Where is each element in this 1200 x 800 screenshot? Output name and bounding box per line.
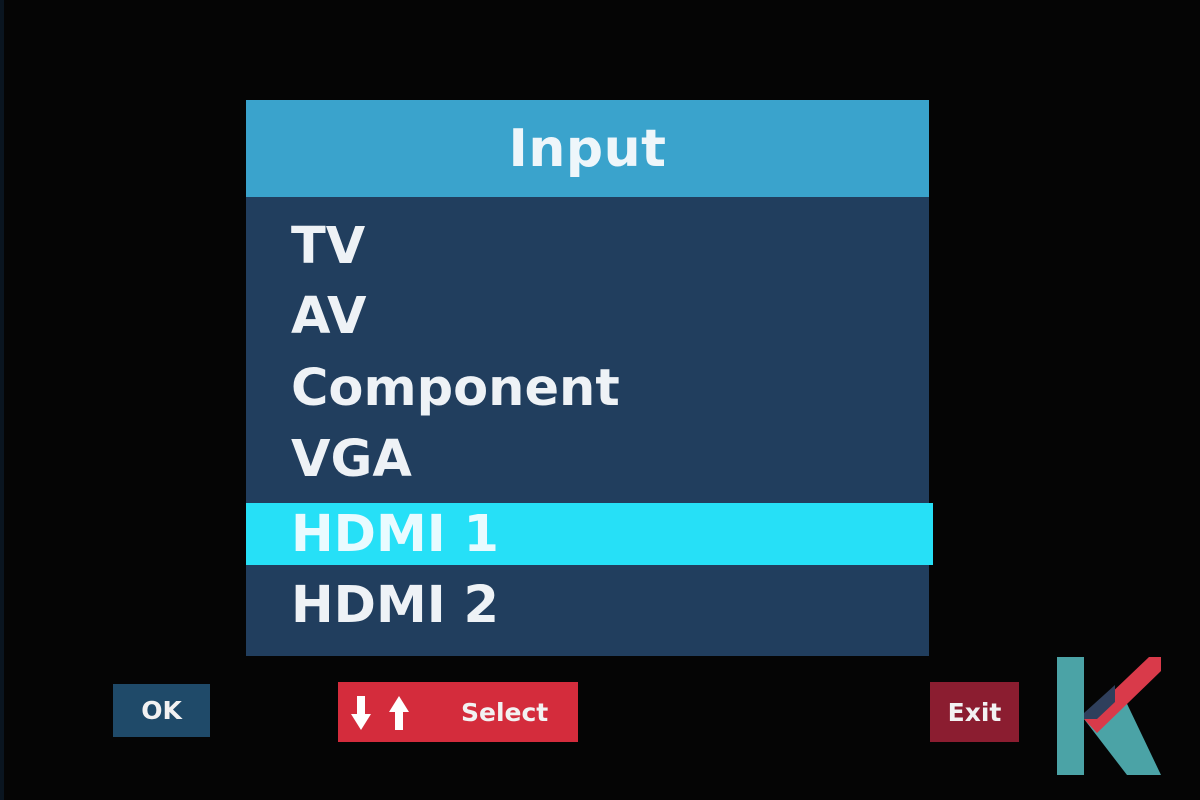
menu-item-label: Component: [291, 358, 620, 418]
menu-item-av[interactable]: AV: [246, 285, 929, 347]
k-logo: [1057, 657, 1161, 775]
menu-item-hdmi-1[interactable]: HDMI 1: [246, 503, 933, 565]
exit-label: Exit: [947, 697, 1002, 727]
select-label: Select: [461, 698, 549, 727]
menu-item-tv[interactable]: TV: [246, 215, 929, 277]
tv-screen: Input TV AV Component VGA HDMI 1 HDMI 2 …: [0, 0, 1200, 800]
menu-title: Input: [508, 118, 667, 179]
menu-header: Input: [246, 100, 929, 197]
screen-edge: [0, 0, 4, 800]
menu-item-label: TV: [291, 216, 366, 276]
select-button[interactable]: Select: [338, 682, 578, 742]
ok-button[interactable]: OK: [113, 684, 210, 737]
menu-item-label: AV: [291, 286, 367, 346]
menu-item-label: HDMI 1: [291, 504, 499, 564]
menu-item-vga[interactable]: VGA: [246, 428, 929, 490]
input-menu: Input TV AV Component VGA HDMI 1 HDMI 2: [246, 100, 933, 656]
menu-item-label: HDMI 2: [291, 575, 499, 635]
menu-item-label: VGA: [291, 429, 412, 489]
menu-item-component[interactable]: Component: [246, 357, 929, 419]
ok-label: OK: [141, 696, 182, 725]
menu-item-hdmi-2[interactable]: HDMI 2: [246, 574, 929, 636]
down-up-arrows-icon: [351, 696, 409, 730]
exit-button[interactable]: Exit: [930, 682, 1019, 742]
